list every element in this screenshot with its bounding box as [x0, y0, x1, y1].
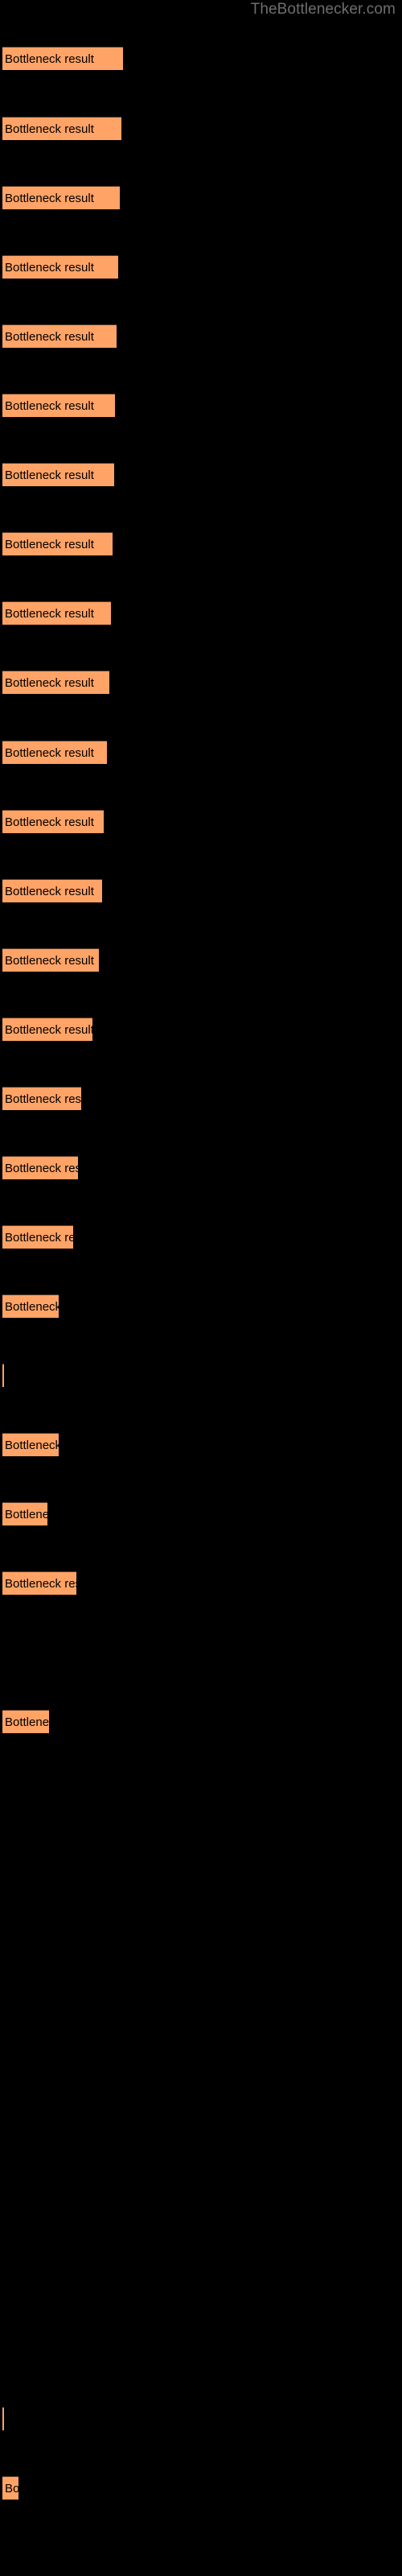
bar-label: Bottleneck result: [5, 330, 94, 344]
bar[interactable]: Bottleneck result: [2, 810, 104, 833]
bar-label: Bottleneck result: [5, 1023, 92, 1037]
bar[interactable]: Bottleneck result: [2, 879, 102, 902]
bar[interactable]: Bottleneck result: [2, 1294, 59, 1318]
bar-label: Bottleneck result: [5, 399, 94, 413]
bar-label: Bottleneck result: [5, 746, 94, 760]
bar-label: Bottleneck result: [5, 1162, 78, 1175]
bar[interactable]: Bottleneck result: [2, 1502, 47, 1525]
bar[interactable]: Bottleneck result: [2, 255, 118, 279]
bar-label: Bottleneck result: [5, 1231, 73, 1245]
bar-label: Bottleneck result: [5, 192, 94, 205]
bar-label: Bottleneck result: [5, 1508, 47, 1521]
bar-label: Bottleneck result: [5, 1577, 76, 1591]
bar-label: Bottleneck result: [5, 1439, 59, 1452]
bar-label: Bottleneck result: [5, 607, 94, 621]
bar-label: Bottleneck result: [5, 815, 94, 829]
bar[interactable]: Bottleneck result: [2, 741, 107, 764]
bar[interactable]: Bottleneck result: [2, 1087, 81, 1110]
bar[interactable]: Bottleneck result: [2, 2407, 4, 2430]
bar[interactable]: Bottleneck result: [2, 394, 115, 417]
bar[interactable]: Bottleneck result: [2, 1225, 73, 1249]
bar[interactable]: Bottleneck result: [2, 47, 123, 70]
bar-label: Bottleneck result: [5, 1092, 81, 1106]
bar[interactable]: Bottleneck result: [2, 463, 114, 486]
bar-chart-plot-area: Bottleneck result Bottleneck result Bottle…: [0, 0, 402, 2576]
bar[interactable]: Bottleneck result: [2, 324, 117, 348]
bottleneck-chart-page: TheBottlenecker.com Bottleneck result Bot…: [0, 0, 402, 2576]
bar-label: Bottleneck result: [5, 2482, 18, 2496]
bar-label: Bottleneck result: [5, 538, 94, 551]
bar-label: Bottleneck result: [5, 261, 94, 275]
bar[interactable]: Bottleneck result: [2, 1571, 76, 1595]
bar-label: Bottleneck result: [5, 676, 94, 690]
bar[interactable]: Bottleneck result: [2, 2476, 18, 2500]
bar-label: Bottleneck result: [5, 1300, 59, 1314]
bar-label: Bottleneck result: [5, 52, 94, 66]
bar-label: Bottleneck result: [5, 122, 94, 136]
bar[interactable]: Bottleneck result: [2, 532, 113, 555]
bar-label: Bottleneck result: [5, 954, 94, 968]
bar[interactable]: Bottleneck result: [2, 1018, 92, 1041]
bar-label: Bottleneck result: [5, 469, 94, 482]
bar[interactable]: Bottleneck result: [2, 948, 99, 972]
bar[interactable]: Bottleneck result: [2, 1364, 4, 1387]
bar[interactable]: Bottleneck result: [2, 671, 109, 694]
bar[interactable]: Bottleneck result: [2, 186, 120, 209]
bar[interactable]: Bottleneck result: [2, 1710, 49, 1733]
bar-label: Bottleneck result: [5, 1715, 49, 1729]
bar[interactable]: Bottleneck result: [2, 117, 121, 140]
bar[interactable]: Bottleneck result: [2, 1433, 59, 1456]
bar-label: Bottleneck result: [5, 885, 94, 898]
bar[interactable]: Bottleneck result: [2, 1156, 78, 1179]
bar[interactable]: Bottleneck result: [2, 601, 111, 625]
